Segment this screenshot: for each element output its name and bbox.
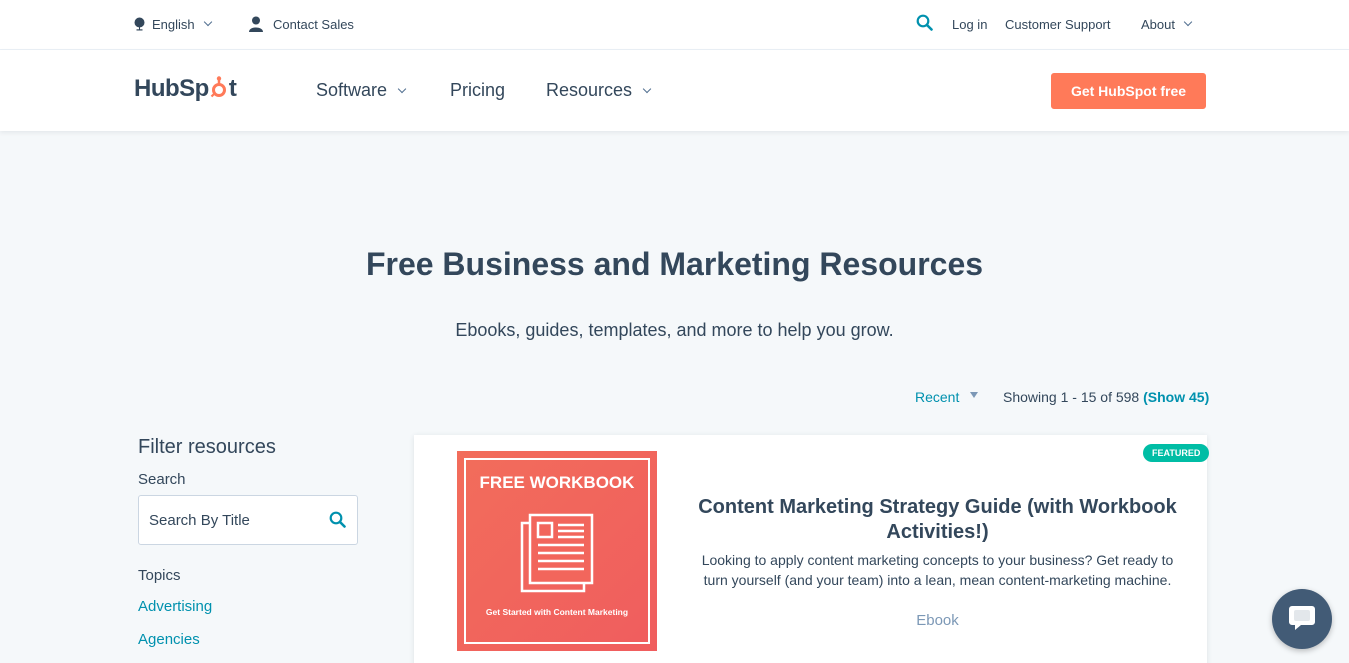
nav-pricing[interactable]: Pricing [450, 80, 505, 101]
caret-down-icon [970, 392, 979, 398]
chevron-down-icon [642, 84, 652, 93]
hubspot-logo[interactable]: HubSp t [134, 75, 237, 103]
about-label: About [1141, 16, 1175, 32]
person-icon [249, 16, 263, 32]
get-hubspot-free-button[interactable]: Get HubSpot free [1051, 73, 1206, 109]
resource-card[interactable]: FREE WORKBOOK Get Started with Content M… [414, 435, 1210, 663]
logo-text-end: t [228, 75, 237, 102]
topic-link-advertising[interactable]: Advertising [138, 598, 212, 615]
topics-label: Topics [138, 567, 181, 584]
thumbnail-heading: FREE WORKBOOK [479, 473, 635, 492]
chevron-down-icon [1183, 17, 1193, 27]
resource-type: Ebook [916, 612, 959, 629]
contact-sales-link[interactable]: Contact Sales [249, 0, 354, 48]
search-button[interactable] [916, 0, 933, 48]
search-icon [916, 14, 933, 34]
customer-support-label: Customer Support [1005, 16, 1111, 32]
about-menu[interactable]: About [1141, 0, 1193, 48]
results-count: Showing 1 - 15 of 598 (Show 45) [1003, 389, 1209, 405]
search-label: Search [138, 471, 186, 488]
globe-icon [133, 17, 146, 31]
chevron-down-icon [397, 84, 407, 93]
document-icon [520, 513, 594, 598]
logo-text-start: HubSp [134, 75, 209, 102]
search-input[interactable] [149, 496, 319, 544]
page-title: Free Business and Marketing Resources [365, 246, 984, 282]
chat-bubble-icon [1287, 602, 1317, 637]
language-label: English [152, 16, 195, 32]
filter-title: Filter resources [138, 436, 276, 458]
resource-thumbnail[interactable]: FREE WORKBOOK Get Started with Content M… [457, 451, 657, 651]
nav-software-label: Software [316, 80, 388, 100]
main-navigation: HubSp t Software Pricing Resources Get H… [0, 50, 1349, 131]
search-field [138, 495, 358, 545]
language-selector[interactable]: English [133, 0, 212, 48]
chevron-down-icon [203, 17, 212, 27]
results-count-text: Showing 1 - 15 of 598 [1003, 389, 1140, 405]
customer-support-link[interactable]: Customer Support [1005, 0, 1111, 48]
sort-dropdown[interactable]: Recent [915, 389, 979, 405]
nav-software[interactable]: Software [316, 80, 407, 101]
page-subtitle: Ebooks, guides, templates, and more to h… [455, 320, 894, 340]
sprocket-icon [210, 76, 228, 98]
nav-pricing-label: Pricing [450, 80, 506, 100]
show-more-link[interactable]: (Show 45) [1143, 389, 1209, 405]
search-icon[interactable] [329, 511, 346, 533]
resource-description: Looking to apply content marketing conce… [701, 552, 1174, 588]
log-in-label: Log in [952, 16, 988, 32]
featured-badge: FEATURED [1143, 444, 1210, 462]
nav-resources[interactable]: Resources [546, 80, 652, 101]
sort-label: Recent [915, 389, 960, 405]
chat-launcher-button[interactable] [1272, 589, 1332, 649]
thumbnail-footer: Get Started with Content Marketing [485, 607, 629, 617]
nav-resources-label: Resources [546, 80, 633, 100]
contact-sales-label: Contact Sales [273, 16, 354, 32]
log-in-link[interactable]: Log in [952, 0, 987, 48]
resource-title[interactable]: Content Marketing Strategy Guide (with W… [690, 495, 1185, 545]
topic-link-agencies[interactable]: Agencies [138, 631, 200, 648]
utility-bar: English Contact Sales Log in Customer Su… [0, 0, 1349, 50]
